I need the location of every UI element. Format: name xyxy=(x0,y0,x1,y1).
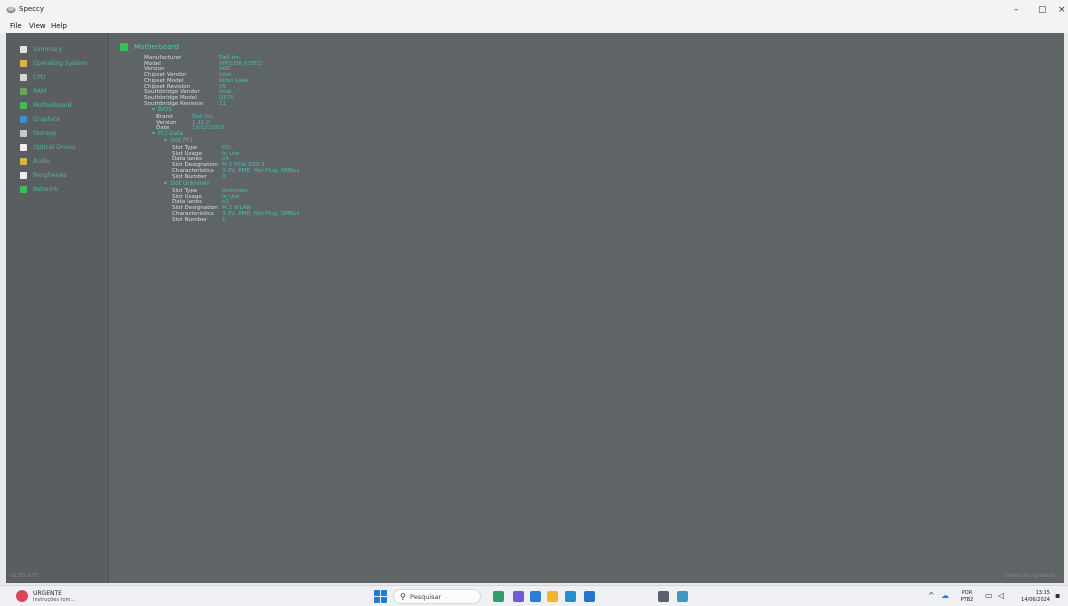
close-button[interactable]: × xyxy=(1058,6,1066,15)
sidebar-item-label: RAM xyxy=(33,87,47,95)
ram-icon xyxy=(20,87,27,95)
version-text: v1.33.075 xyxy=(10,573,38,579)
property-row: Slot Number 1 xyxy=(172,216,226,224)
language-indicator-bottom[interactable]: PTB2 xyxy=(956,597,978,603)
menu-bar: File View Help xyxy=(0,20,1068,33)
menu-file[interactable]: File xyxy=(10,22,22,30)
sidebar-item-cpu[interactable]: CPU xyxy=(20,71,45,83)
storage-icon xyxy=(20,129,27,137)
sidebar-item-label: CPU xyxy=(33,73,46,81)
pci-data-node[interactable]: PCI Data xyxy=(158,131,183,137)
property-value: 3.3V, PME, Hot Plug, SMBus xyxy=(222,210,300,217)
sidebar-item-audio[interactable]: Audio xyxy=(20,155,50,167)
property-value: 0 xyxy=(222,173,226,180)
check-updates-link[interactable]: Check for updates... xyxy=(1005,573,1060,579)
speccy-window: Speccy – ▢ × File View Help Summary Opera… xyxy=(0,0,1068,606)
start-button[interactable] xyxy=(374,590,387,603)
window-title: Speccy xyxy=(19,5,45,13)
news-alert-title[interactable]: URGENTE xyxy=(33,590,62,597)
sidebar-item-ram[interactable]: RAM xyxy=(20,85,46,97)
cpu-icon xyxy=(20,73,27,81)
collapse-arrow-icon[interactable]: ▾ xyxy=(152,107,155,113)
sidebar-item-label: Operating System xyxy=(33,59,88,67)
settings-app-icon[interactable] xyxy=(658,591,669,602)
sidebar-item-label: Motherboard xyxy=(33,101,72,109)
maximize-button[interactable]: ▢ xyxy=(1038,6,1047,15)
sidebar-item-label: Network xyxy=(33,185,59,193)
language-indicator-top[interactable]: POR xyxy=(956,590,978,596)
property-value: 19/12/2023 xyxy=(192,125,225,132)
news-alert-subtitle[interactable]: Instruções tom... xyxy=(33,597,75,603)
section-header: Motherboard xyxy=(120,43,179,51)
sidebar-item-label: Audio xyxy=(33,157,51,165)
collapse-arrow-icon[interactable]: ▾ xyxy=(164,181,167,187)
taskbar-search[interactable]: ⚲ Pesquisar xyxy=(393,589,481,604)
minimize-button[interactable]: – xyxy=(1014,6,1019,15)
sidebar-item-label: Optical Drives xyxy=(33,143,76,151)
property-key: Slot Number xyxy=(172,216,207,223)
sidebar-item-graphics[interactable]: Graphics xyxy=(20,113,60,125)
network-icon[interactable]: ▭ xyxy=(985,592,993,600)
title-bar: Speccy – ▢ × xyxy=(0,0,1068,20)
slot-unknown-node[interactable]: Slot Unknown xyxy=(170,181,210,187)
speccy-app-icon xyxy=(6,6,16,14)
menu-help[interactable]: Help xyxy=(51,22,67,30)
section-title: Motherboard xyxy=(134,43,179,51)
store-app-icon[interactable] xyxy=(584,591,595,602)
sidebar: Summary Operating System CPU RAM Motherboard… xyxy=(6,33,109,583)
property-row: Slot Number 0 xyxy=(172,173,226,181)
network-icon xyxy=(20,185,27,193)
sidebar-item-label: Storage xyxy=(33,129,57,137)
photos-app-icon[interactable] xyxy=(530,591,541,602)
sidebar-item-peripherals[interactable]: Peripherals xyxy=(20,169,66,181)
motherboard-icon xyxy=(20,101,27,109)
search-icon: ⚲ xyxy=(400,592,406,601)
chat-app-icon[interactable] xyxy=(513,591,524,602)
summary-icon xyxy=(20,45,27,53)
graphics-icon xyxy=(20,115,27,123)
motherboard-icon xyxy=(120,43,128,51)
speccy-app-icon[interactable] xyxy=(677,591,688,602)
search-placeholder: Pesquisar xyxy=(410,593,442,601)
property-value: 3.3V, PME, Hot Plug, SMBus xyxy=(222,167,300,174)
property-value: 1 xyxy=(222,216,226,223)
explorer-app-icon[interactable] xyxy=(547,591,558,602)
chevron-up-icon[interactable]: ^ xyxy=(928,592,935,600)
notification-icon[interactable]: ▪ xyxy=(1055,592,1060,600)
sidebar-item-label: Peripherals xyxy=(33,171,67,179)
sidebar-item-motherboard[interactable]: Motherboard xyxy=(20,99,72,111)
sidebar-item-storage[interactable]: Storage xyxy=(20,127,56,139)
main-area: Summary Operating System CPU RAM Motherboard… xyxy=(6,33,1064,583)
clock-time[interactable]: 13:15 xyxy=(1016,590,1050,596)
windows-icon xyxy=(20,59,27,67)
taskbar: URGENTE Instruções tom... ⚲ Pesquisar ^ … xyxy=(0,585,1068,606)
sidebar-item-label: Summary xyxy=(33,45,62,53)
mouse-icon xyxy=(20,171,27,179)
property-value: 11 xyxy=(219,100,227,107)
news-alert-icon[interactable] xyxy=(16,590,28,602)
menu-view[interactable]: View xyxy=(29,22,46,30)
property-key: Slot Number xyxy=(172,173,207,180)
sidebar-item-optical-drives[interactable]: Optical Drives xyxy=(20,141,75,153)
collapse-arrow-icon[interactable]: ▾ xyxy=(164,138,167,144)
sidebar-item-label: Graphics xyxy=(33,115,60,123)
sidebar-item-summary[interactable]: Summary xyxy=(20,43,62,55)
widgets-app-icon[interactable] xyxy=(493,591,504,602)
edge-app-icon[interactable] xyxy=(565,591,576,602)
collapse-arrow-icon[interactable]: ▾ xyxy=(152,131,155,137)
clock-date[interactable]: 14/06/2024 xyxy=(1016,597,1050,603)
cloud-icon[interactable]: ☁ xyxy=(941,592,949,600)
audio-icon xyxy=(20,157,27,165)
bios-node[interactable]: BIOS xyxy=(158,107,172,113)
sidebar-item-operating-system[interactable]: Operating System xyxy=(20,57,87,69)
slot-pci-node[interactable]: Slot PCI xyxy=(170,138,192,144)
sidebar-item-network[interactable]: Network xyxy=(20,183,58,195)
optical-drive-icon xyxy=(20,143,27,151)
volume-icon[interactable]: ◁ xyxy=(998,592,1004,600)
details-panel[interactable]: Motherboard Manufacturer Dell Inc. Model 0P… xyxy=(110,33,1064,583)
